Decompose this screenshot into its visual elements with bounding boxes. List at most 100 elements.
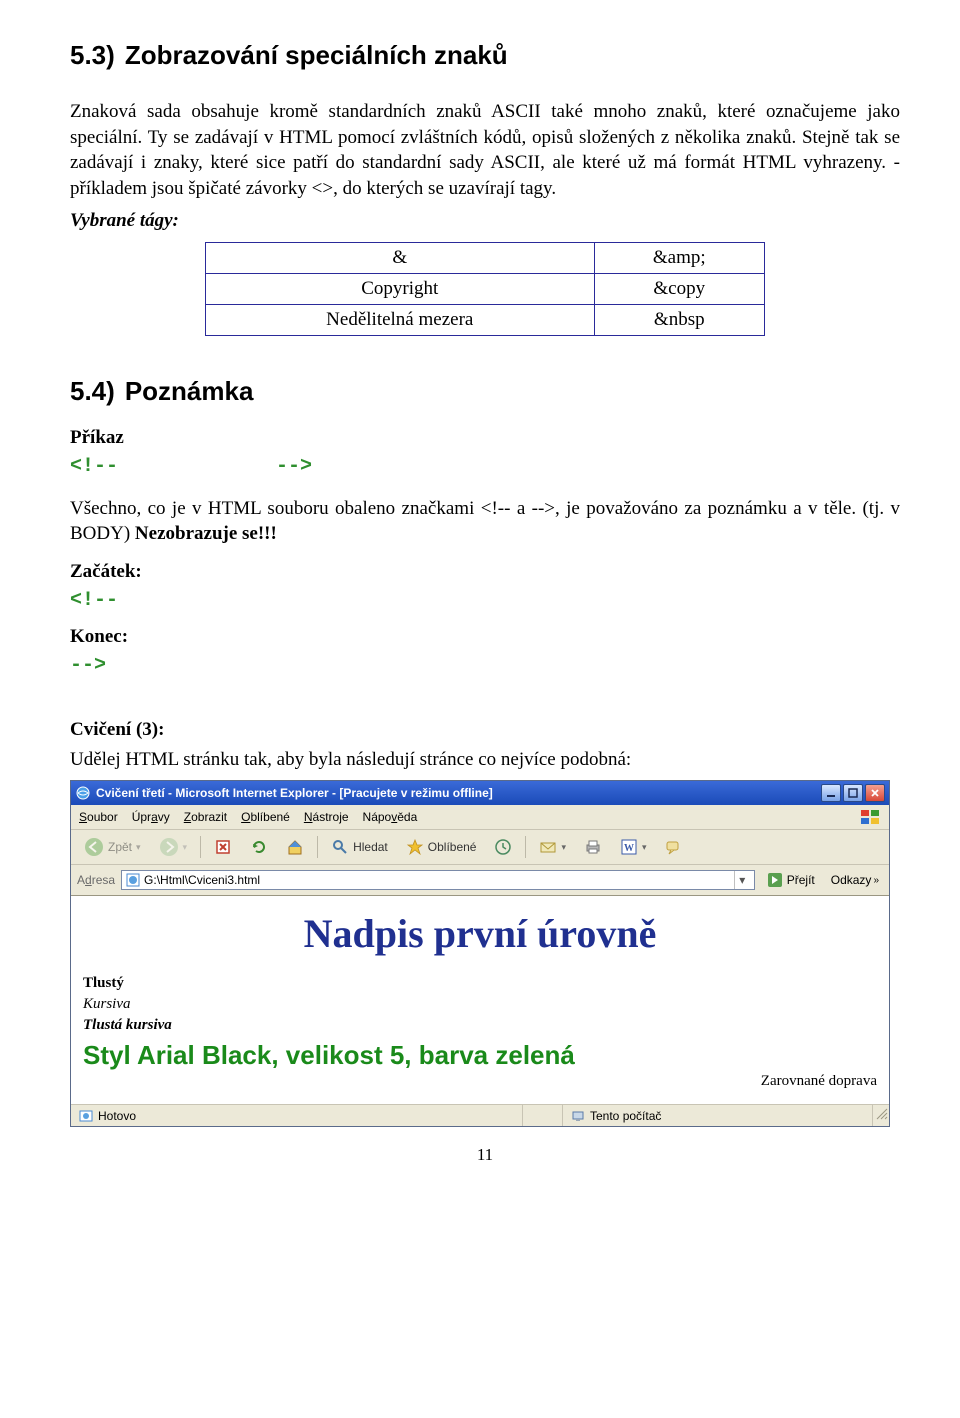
- entity-name: Nedělitelná mezera: [206, 304, 595, 335]
- stop-icon: [214, 838, 232, 856]
- favorites-button[interactable]: Oblíbené: [399, 834, 484, 860]
- comment-open: <!--: [70, 455, 118, 478]
- stop-button[interactable]: [207, 834, 239, 860]
- nezobrazuje-bold: Nezobrazuje se!!!: [135, 523, 277, 544]
- chevron-down-icon: ▾: [642, 842, 647, 853]
- entity-table: & &amp; Copyright &copy Nedělitelná meze…: [205, 242, 765, 336]
- ie-toolbar: Zpět ▾ ▾ Hledat Oblíbené: [71, 830, 889, 865]
- cviceni-label: Cvičení (3):: [70, 719, 900, 741]
- search-icon: [331, 838, 349, 856]
- history-button[interactable]: [487, 834, 519, 860]
- menu-oblibene[interactable]: Oblíbené: [241, 810, 290, 824]
- content-h1: Nadpis první úrovně: [83, 910, 877, 957]
- table-row: & &amp;: [206, 242, 765, 273]
- section-title: Poznámka: [125, 376, 254, 407]
- comment-close-code: -->: [70, 654, 106, 677]
- ie-app-icon: [75, 785, 91, 801]
- search-button[interactable]: Hledat: [324, 834, 395, 860]
- content-italic: Kursiva: [83, 994, 877, 1015]
- comment-close: -->: [276, 455, 312, 478]
- comment-syntax-line: <!-- -->: [70, 455, 900, 478]
- discuss-button[interactable]: [658, 834, 690, 860]
- page-number: 11: [70, 1145, 900, 1165]
- ie-statusbar: Hotovo Tento počítač: [71, 1104, 889, 1126]
- ie-content: Nadpis první úrovně Tlustý Kursiva Tlust…: [71, 896, 889, 1104]
- table-row: Nedělitelná mezera &nbsp: [206, 304, 765, 335]
- content-right-aligned: Zarovnané doprava: [83, 1073, 877, 1090]
- back-label: Zpět: [108, 840, 132, 854]
- prikaz-label: Příkaz: [70, 427, 900, 449]
- go-icon: [767, 872, 783, 888]
- status-right-text: Tento počítač: [590, 1109, 661, 1123]
- back-icon: [84, 837, 104, 857]
- status-left: Hotovo: [71, 1105, 523, 1126]
- done-icon: [79, 1109, 93, 1123]
- content-arial-black-green: Styl Arial Black, velikost 5, barva zele…: [83, 1040, 877, 1071]
- entity-name: Copyright: [206, 273, 595, 304]
- paragraph-comment-desc: Všechno, co je v HTML souboru obaleno zn…: [70, 496, 900, 547]
- word-icon: W: [620, 838, 638, 856]
- chevron-down-icon: ▾: [561, 842, 566, 853]
- section-5-3-heading: 5.3) Zobrazování speciálních znaků: [70, 40, 900, 71]
- menu-upravy[interactable]: Úpravy: [132, 810, 170, 824]
- back-button[interactable]: Zpět ▾: [77, 834, 148, 860]
- section-title: Zobrazování speciálních znaků: [125, 40, 508, 71]
- home-button[interactable]: [279, 834, 311, 860]
- computer-icon: [571, 1109, 585, 1123]
- ie-titlebar: Cvičení třetí - Microsoft Internet Explo…: [71, 781, 889, 805]
- zacatek-label: Začátek:: [70, 561, 900, 583]
- minimize-button[interactable]: [821, 784, 841, 802]
- entity-code: &amp;: [594, 242, 764, 273]
- content-bold: Tlustý: [83, 973, 877, 994]
- go-label: Přejít: [787, 873, 815, 887]
- ie-window: Cvičení třetí - Microsoft Internet Explo…: [70, 780, 890, 1127]
- status-right: Tento počítač: [563, 1105, 873, 1126]
- windows-logo-icon: [859, 808, 881, 826]
- address-label: Adresa: [77, 873, 115, 887]
- chevron-right-icon: »: [873, 875, 879, 886]
- mail-button[interactable]: ▾: [532, 834, 573, 860]
- links-button[interactable]: Odkazy »: [827, 873, 883, 887]
- ie-menubar: Soubor Úpravy Zobrazit Oblíbené Nástroje…: [71, 805, 889, 830]
- forward-icon: [159, 837, 179, 857]
- address-field[interactable]: G:\Html\Cviceni3.html ▾: [121, 870, 755, 890]
- star-icon: [406, 838, 424, 856]
- svg-text:W: W: [624, 843, 634, 854]
- menu-napoveda[interactable]: Nápověda: [363, 810, 418, 824]
- section-number: 5.4): [70, 376, 115, 407]
- history-icon: [494, 838, 512, 856]
- mail-icon: [539, 838, 557, 856]
- forward-button[interactable]: ▾: [152, 834, 195, 860]
- table-row: Copyright &copy: [206, 273, 765, 304]
- go-button[interactable]: Přejít: [761, 869, 821, 891]
- print-button[interactable]: [577, 834, 609, 860]
- status-left-text: Hotovo: [98, 1109, 136, 1123]
- address-dropdown-icon[interactable]: ▾: [734, 871, 750, 889]
- comment-open-code: <!--: [70, 589, 118, 612]
- entity-code: &nbsp: [594, 304, 764, 335]
- content-bold-italic: Tlustá kursiva: [83, 1015, 877, 1036]
- menu-nastroje[interactable]: Nástroje: [304, 810, 349, 824]
- menu-soubor[interactable]: Soubor: [79, 810, 118, 824]
- edit-button[interactable]: W ▾: [613, 834, 654, 860]
- resize-grip[interactable]: [873, 1105, 889, 1126]
- chevron-down-icon: ▾: [183, 842, 188, 853]
- paragraph-special-chars: Znaková sada obsahuje kromě standardních…: [70, 99, 900, 202]
- favorites-label: Oblíbené: [428, 840, 477, 854]
- close-button[interactable]: [865, 784, 885, 802]
- maximize-button[interactable]: [843, 784, 863, 802]
- html-file-icon: [126, 873, 140, 887]
- entity-code: &copy: [594, 273, 764, 304]
- menu-zobrazit[interactable]: Zobrazit: [184, 810, 227, 824]
- ie-title-text: Cvičení třetí - Microsoft Internet Explo…: [96, 786, 821, 800]
- print-icon: [584, 838, 602, 856]
- ie-addressbar: Adresa G:\Html\Cviceni3.html ▾ Přejít Od…: [71, 865, 889, 896]
- address-value: G:\Html\Cviceni3.html: [144, 873, 260, 887]
- section-number: 5.3): [70, 40, 115, 71]
- links-label: Odkazy: [831, 873, 872, 887]
- discuss-icon: [665, 838, 683, 856]
- refresh-button[interactable]: [243, 834, 275, 860]
- section-5-4-heading: 5.4) Poznámka: [70, 376, 900, 407]
- home-icon: [286, 838, 304, 856]
- vybrane-tagy-label: Vybrané tágy:: [70, 210, 900, 232]
